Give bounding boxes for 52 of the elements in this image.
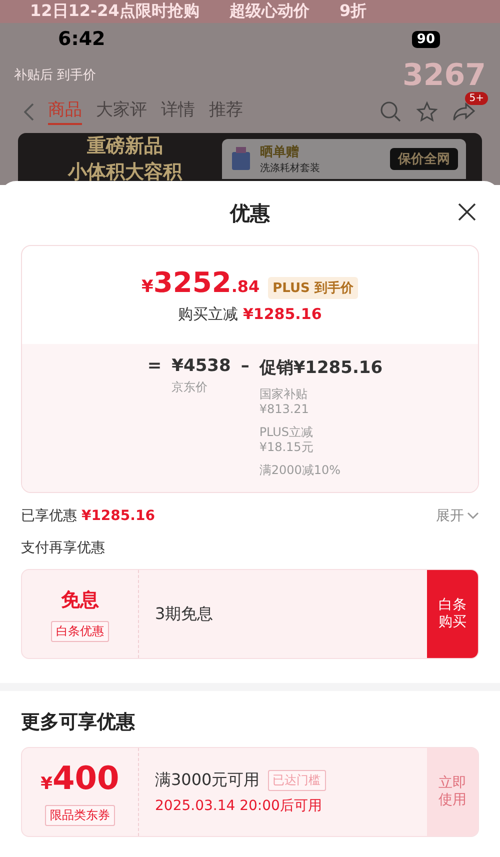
nav-tab[interactable]: 详情 — [161, 98, 195, 125]
use-button[interactable]: 立即使用 — [427, 748, 478, 836]
section-title: 支付再享优惠 — [20, 539, 106, 558]
final-price: ¥3252.84 — [142, 266, 260, 299]
battery-level: 90 — [412, 30, 440, 48]
coupon-time: 2025.03.14 20:00后可用 — [155, 796, 323, 814]
nav-tab[interactable]: 商品 — [48, 98, 82, 125]
price-tag: PLUS 到手价 — [268, 277, 358, 299]
gift-box-icon — [230, 146, 252, 172]
offer-tag: 白条优惠 — [51, 620, 109, 642]
promo-item-name: 国家补贴 — [259, 387, 308, 402]
notification-badge: 5+ — [465, 92, 488, 105]
banner-text: 9折 — [339, 0, 367, 22]
promo-item-value: ¥18.15元 — [259, 440, 314, 455]
star-icon[interactable] — [416, 100, 438, 122]
nav-tab[interactable]: 大家评 — [96, 98, 147, 125]
expand-toggle[interactable]: 展开 — [436, 507, 479, 525]
base-price: ¥4538 — [172, 356, 231, 376]
coupon-status: 已达门槛 — [268, 770, 326, 790]
promo-item-name: 满2000减10% — [259, 463, 342, 478]
buy-button[interactable]: 白条购买 — [427, 570, 478, 658]
promo-title: 重磅新品 — [87, 134, 163, 159]
back-icon[interactable] — [24, 102, 34, 120]
banner-text: 超级心动价 — [229, 0, 310, 22]
coupon-condition: 满3000元可用 — [155, 770, 260, 790]
subsidy-label: 补贴后 到手价 — [14, 67, 96, 84]
chevron-down-icon — [467, 512, 479, 520]
gift-title: 晒单赠 — [260, 144, 300, 161]
gift-subtitle: 洗涤耗材套装 — [260, 162, 321, 175]
offer-headline: 免息 — [61, 588, 99, 612]
subsidy-price: 3267 — [402, 58, 486, 93]
section-heading: 更多可享优惠 — [20, 710, 136, 735]
close-button[interactable] — [456, 201, 478, 223]
status-time: 6:42 — [58, 28, 106, 50]
coupon-tag: 限品类东券 — [45, 804, 115, 826]
minus-sign: – — [240, 356, 250, 378]
promo-item-value: ¥813.21 — [259, 402, 310, 417]
discount-line: 购买立减 ¥1285.16 — [178, 305, 322, 324]
share-icon[interactable] — [452, 102, 476, 122]
promo-item-name: PLUS立减 — [259, 425, 314, 440]
sheet-title: 优惠 — [230, 200, 270, 226]
base-price-label: 京东价 — [172, 380, 209, 395]
price-protect-label: 保价全网 — [390, 148, 458, 170]
banner-text: 12日12-24点限时抢购 — [30, 0, 200, 22]
offer-description: 3期免息 — [155, 604, 214, 624]
equals-sign: = — [147, 356, 162, 378]
promo-total: 促销¥1285.16 — [259, 357, 383, 379]
nav-tab[interactable]: 推荐 — [209, 98, 243, 125]
promo-title: 小体积大容积 — [68, 160, 182, 185]
enjoyed-discount: 已享优惠 ¥1285.16 — [21, 507, 155, 525]
search-icon[interactable] — [380, 100, 402, 122]
coupon-amount: ¥400 — [40, 758, 120, 796]
